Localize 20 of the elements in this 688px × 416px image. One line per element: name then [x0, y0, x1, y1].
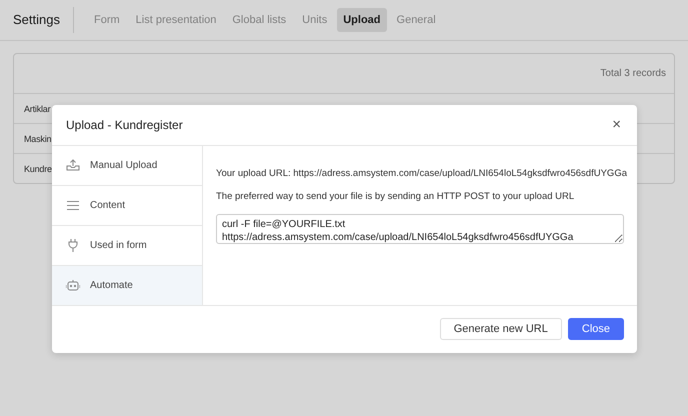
generate-url-button[interactable]: Generate new URL — [440, 318, 562, 340]
robot-icon — [66, 280, 80, 291]
dialog-menu-item[interactable]: Automate — [52, 266, 202, 305]
plug-icon — [68, 238, 78, 252]
command-field[interactable]: curl -F file=@YOURFILE.txt https://adress.amsystem.com/case/upload/LNI654loL54gksdfwro456sdfUYGGa — [216, 214, 624, 244]
settings-tab[interactable]: Upload — [337, 8, 387, 32]
menu-lines-icon — [67, 200, 79, 210]
record-count: Total 3 records — [600, 68, 666, 79]
dialog-title: Upload - Kundregister — [66, 118, 183, 132]
upload-icon — [66, 159, 80, 172]
record-name: Kundre — [24, 164, 52, 174]
upload-url-text: Your upload URL: https://adress.amsystem.com/case/upload/LNI654loL54gksdfwro456sdfUYGGa — [216, 168, 627, 179]
instruction-text: The preferred way to send your file is by sending an HTTP POST to your upload URL — [216, 190, 576, 202]
close-button[interactable]: Close — [568, 318, 624, 340]
page-title: Settings — [13, 7, 74, 33]
record-name: Artiklar — [24, 104, 50, 114]
record-name: Maskin — [24, 134, 52, 144]
dialog-menu-item[interactable]: Content — [52, 186, 202, 226]
dialog-menu-item[interactable]: Used in form — [52, 226, 202, 266]
dialog-menu-item[interactable]: Manual Upload — [52, 146, 202, 186]
